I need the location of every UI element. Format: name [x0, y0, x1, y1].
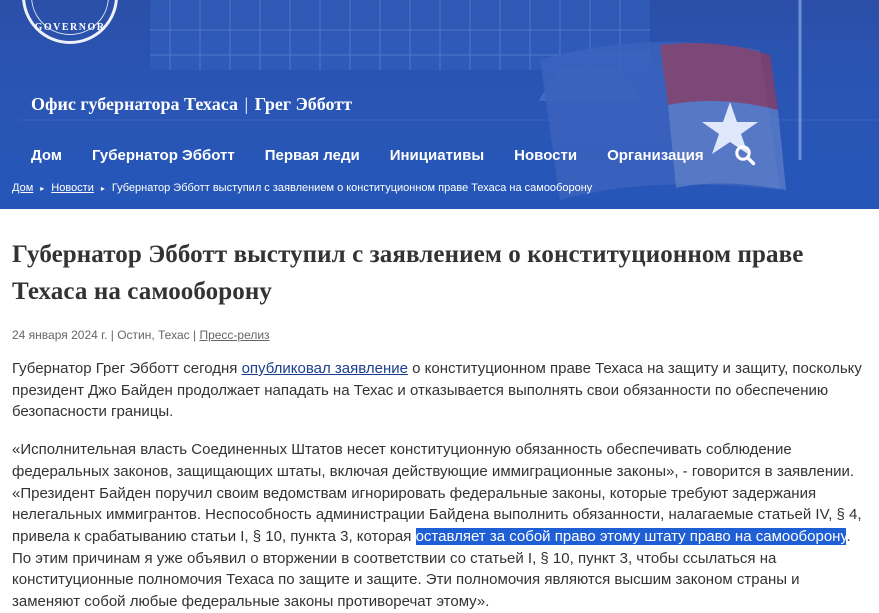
article-date: 24 января 2024 г. — [12, 328, 108, 342]
search-icon[interactable] — [734, 144, 756, 166]
site-title-office: Офис губернатора Техаса — [31, 94, 238, 114]
p1-text-before: Губернатор Грег Эбботт сегодня — [12, 360, 242, 377]
meta-separator: | — [110, 328, 114, 342]
nav-item-first-lady[interactable]: Первая леди — [265, 147, 360, 164]
breadcrumb-current: Губернатор Эбботт выступил с заявлением … — [111, 182, 593, 194]
main-nav: Дом Губернатор Эбботт Первая леди Инициа… — [31, 144, 756, 166]
breadcrumb: Дом ▸ Новости ▸ Губернатор Эбботт выступ… — [12, 182, 592, 194]
statement-link[interactable]: опубликовал заявление — [242, 360, 408, 377]
article-location: Остин, Техас — [117, 328, 190, 342]
site-title-name: Грег Эбботт — [254, 94, 352, 114]
article-meta: 24 января 2024 г. | Остин, Техас | Пресс… — [12, 328, 864, 342]
breadcrumb-separator-icon: ▸ — [100, 183, 105, 193]
site-title[interactable]: Офис губернатора Техаса | Грег Эбботт — [31, 94, 352, 115]
nav-item-home[interactable]: Дом — [31, 147, 62, 164]
breadcrumb-home-link[interactable]: Дом — [12, 182, 33, 194]
article-paragraph-1: Губернатор Грег Эбботт сегодня опубликов… — [12, 358, 864, 423]
nav-item-news[interactable]: Новости — [514, 147, 577, 164]
selected-text-highlight[interactable]: оставляет за собой право этому штату пра… — [415, 527, 847, 545]
page-title: Губернатор Эбботт выступил с заявлением … — [12, 241, 804, 305]
breadcrumb-separator-icon: ▸ — [40, 183, 45, 193]
site-title-separator: | — [244, 94, 249, 114]
meta-separator: | — [192, 328, 197, 342]
category-link[interactable]: Пресс-релиз — [199, 328, 269, 342]
site-header: GOVERNOR Офис губернатора Техаса | Грег … — [0, 0, 879, 209]
nav-item-governor[interactable]: Губернатор Эбботт — [92, 147, 235, 164]
breadcrumb-news-link[interactable]: Новости — [51, 182, 94, 194]
nav-item-initiatives[interactable]: Инициативы — [390, 147, 484, 164]
article-paragraph-2: «Исполнительная власть Соединенных Штато… — [12, 439, 864, 613]
article-content: Губернатор Эбботт выступил с заявлением … — [12, 236, 864, 613]
seal-text: GOVERNOR — [34, 22, 106, 33]
nav-item-organization[interactable]: Организация — [607, 147, 704, 164]
